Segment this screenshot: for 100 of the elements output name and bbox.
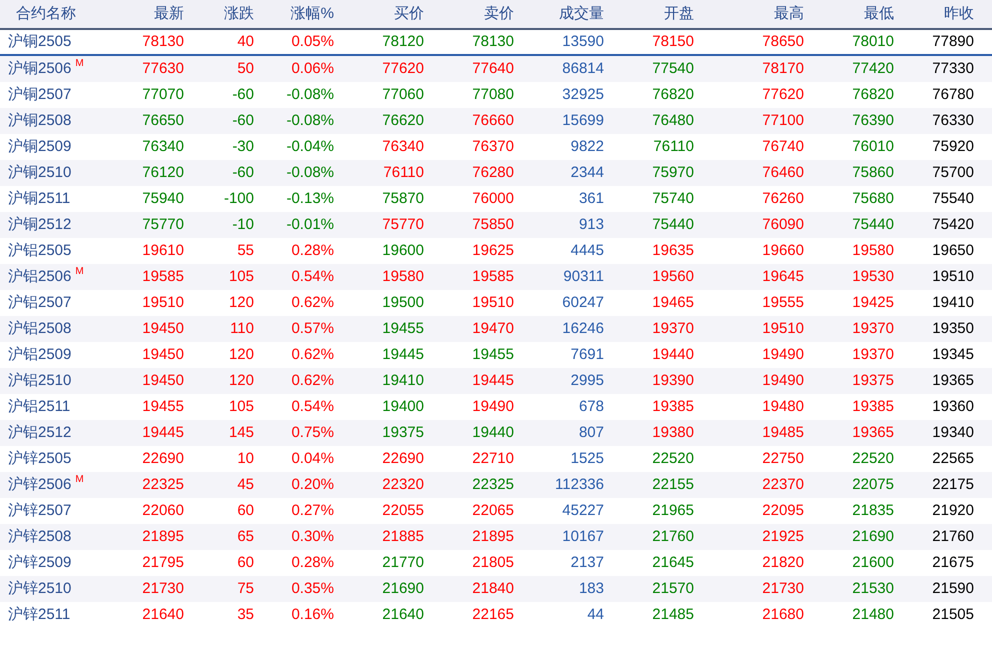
contract-name: 沪铝2510	[8, 370, 72, 391]
table-cell: 0.06%	[291, 60, 334, 77]
table-cell: 19585	[142, 268, 184, 285]
column-header[interactable]: 开盘	[664, 4, 694, 22]
table-row[interactable]: 沪铜2506 M 77630 50 0.06% 77620 77640 86814 77540 78170 77420 77330	[0, 56, 992, 82]
column-header[interactable]: 涨跌	[224, 4, 254, 22]
table-cell: 145	[228, 424, 254, 441]
table-cell: 19450	[142, 372, 184, 389]
column-header[interactable]: 卖价	[484, 4, 514, 22]
table-row[interactable]: 沪铝2512 19445 145 0.75% 19375 19440 807 19380 19485 19365 19340	[0, 420, 992, 446]
table-cell: 21680	[762, 606, 804, 623]
table-cell: 76110	[653, 138, 694, 155]
column-header[interactable]: 昨收	[944, 4, 974, 22]
table-row[interactable]: 沪铝2508 19450 110 0.57% 19455 19470 16246 19370 19510 19370 19350	[0, 316, 992, 342]
table-row[interactable]: 沪锌2506 M 22325 45 0.20% 22320 22325 112336 22155 22370 22075 22175	[0, 472, 992, 498]
table-cell: 19485	[762, 424, 804, 441]
table-cell: 0.04%	[291, 450, 334, 467]
table-cell: 110	[230, 320, 254, 337]
table-cell: 77330	[932, 60, 974, 77]
column-header[interactable]: 最低	[864, 4, 894, 22]
table-cell: 76110	[383, 164, 424, 181]
table-row[interactable]: 沪铜2512 75770 -10 -0.01% 75770 75850 913 75440 76090 75440 75420	[0, 212, 992, 238]
table-cell: 76010	[852, 138, 894, 155]
table-cell: 77080	[472, 86, 514, 103]
table-cell: 90311	[563, 268, 604, 285]
table-cell: 19610	[142, 242, 184, 259]
table-cell: 77540	[652, 60, 694, 77]
table-cell: 19440	[472, 424, 514, 441]
table-cell: 19500	[382, 294, 424, 311]
column-header[interactable]: 成交量	[559, 4, 604, 22]
table-cell: 21835	[852, 502, 894, 519]
table-row[interactable]: 沪锌2510 21730 75 0.35% 21690 21840 183 21570 21730 21530 21590	[0, 576, 992, 602]
table-cell: 2344	[570, 164, 604, 181]
contract-name: 沪锌2510	[8, 578, 72, 599]
table-cell: 19490	[762, 346, 804, 363]
table-row[interactable]: 沪铜2508 76650 -60 -0.08% 76620 76660 15699 76480 77100 76390 76330	[0, 108, 992, 134]
table-row[interactable]: 沪铝2510 19450 120 0.62% 19410 19445 2995 19390 19490 19375 19365	[0, 368, 992, 394]
table-cell: 76000	[472, 190, 514, 207]
table-cell: 78150	[652, 32, 694, 50]
column-header[interactable]: 最高	[774, 4, 804, 22]
table-cell: 19390	[652, 372, 694, 389]
column-header[interactable]: 最新	[154, 4, 184, 22]
table-cell: 4445	[570, 242, 604, 259]
table-cell: 16246	[562, 320, 604, 337]
table-cell: 77620	[382, 60, 424, 77]
table-cell: 19455	[142, 398, 184, 415]
table-cell: 75440	[652, 216, 694, 233]
table-cell: 75860	[852, 164, 894, 181]
contract-name: 沪铝2512	[8, 422, 72, 443]
table-cell: 77060	[382, 86, 424, 103]
table-cell: 77630	[142, 60, 184, 77]
table-cell: 0.62%	[291, 294, 334, 311]
table-cell: 0.35%	[291, 580, 334, 597]
table-cell: 76280	[472, 164, 514, 181]
table-cell: 76460	[762, 164, 804, 181]
table-cell: 77100	[762, 112, 804, 129]
table-cell: 21760	[932, 528, 974, 545]
table-cell: -60	[232, 112, 254, 129]
table-cell: 75850	[472, 216, 514, 233]
table-row[interactable]: 沪锌2508 21895 65 0.30% 21885 21895 10167 21760 21925 21690 21760	[0, 524, 992, 550]
table-cell: 78170	[762, 60, 804, 77]
table-cell: 1525	[570, 450, 604, 467]
table-cell: 19600	[382, 242, 424, 259]
table-row[interactable]: 沪铝2506 M 19585 105 0.54% 19580 19585 90311 19560 19645 19530 19510	[0, 264, 992, 290]
table-cell: 60	[237, 554, 254, 571]
column-header[interactable]: 买价	[394, 4, 424, 22]
table-cell: 105	[228, 398, 254, 415]
table-cell: 21590	[932, 580, 974, 597]
table-row[interactable]: 沪铜2505 78130 40 0.05% 78120 78130 13590 78150 78650 78010 77890	[0, 30, 992, 56]
table-cell: 78010	[852, 32, 894, 50]
table-cell: 913	[578, 216, 604, 233]
main-contract-label: M	[75, 474, 84, 485]
column-header[interactable]: 涨幅%	[290, 4, 334, 22]
table-cell: 22320	[382, 476, 424, 493]
table-cell: 76650	[142, 112, 184, 129]
table-cell: 21640	[382, 606, 424, 623]
table-cell: 21925	[762, 528, 804, 545]
table-cell: 10	[237, 450, 254, 467]
table-cell: 0.28%	[291, 554, 334, 571]
table-cell: 19555	[762, 294, 804, 311]
table-cell: 22750	[762, 450, 804, 467]
column-header[interactable]: 合约名称	[16, 4, 76, 22]
table-cell: 2995	[570, 372, 604, 389]
table-cell: -0.13%	[286, 190, 334, 207]
table-row[interactable]: 沪铜2510 76120 -60 -0.08% 76110 76280 2344 75970 76460 75860 75700	[0, 160, 992, 186]
table-cell: 19445	[472, 372, 514, 389]
table-cell: 0.28%	[291, 242, 334, 259]
table-cell: 19450	[142, 320, 184, 337]
contract-name: 沪铝2509	[8, 344, 72, 365]
contract-name: 沪锌2511	[8, 604, 70, 625]
table-cell: 21730	[762, 580, 804, 597]
table-cell: 13590	[562, 32, 604, 50]
table-cell: 19340	[932, 424, 974, 441]
contract-name: 沪铜2512	[8, 214, 72, 235]
table-cell: 19385	[852, 398, 894, 415]
table-cell: 19400	[382, 398, 424, 415]
table-cell: 19370	[852, 346, 894, 363]
table-cell: 10167	[562, 528, 604, 545]
table-cell: 21485	[652, 606, 694, 623]
table-cell: 19635	[652, 242, 694, 259]
